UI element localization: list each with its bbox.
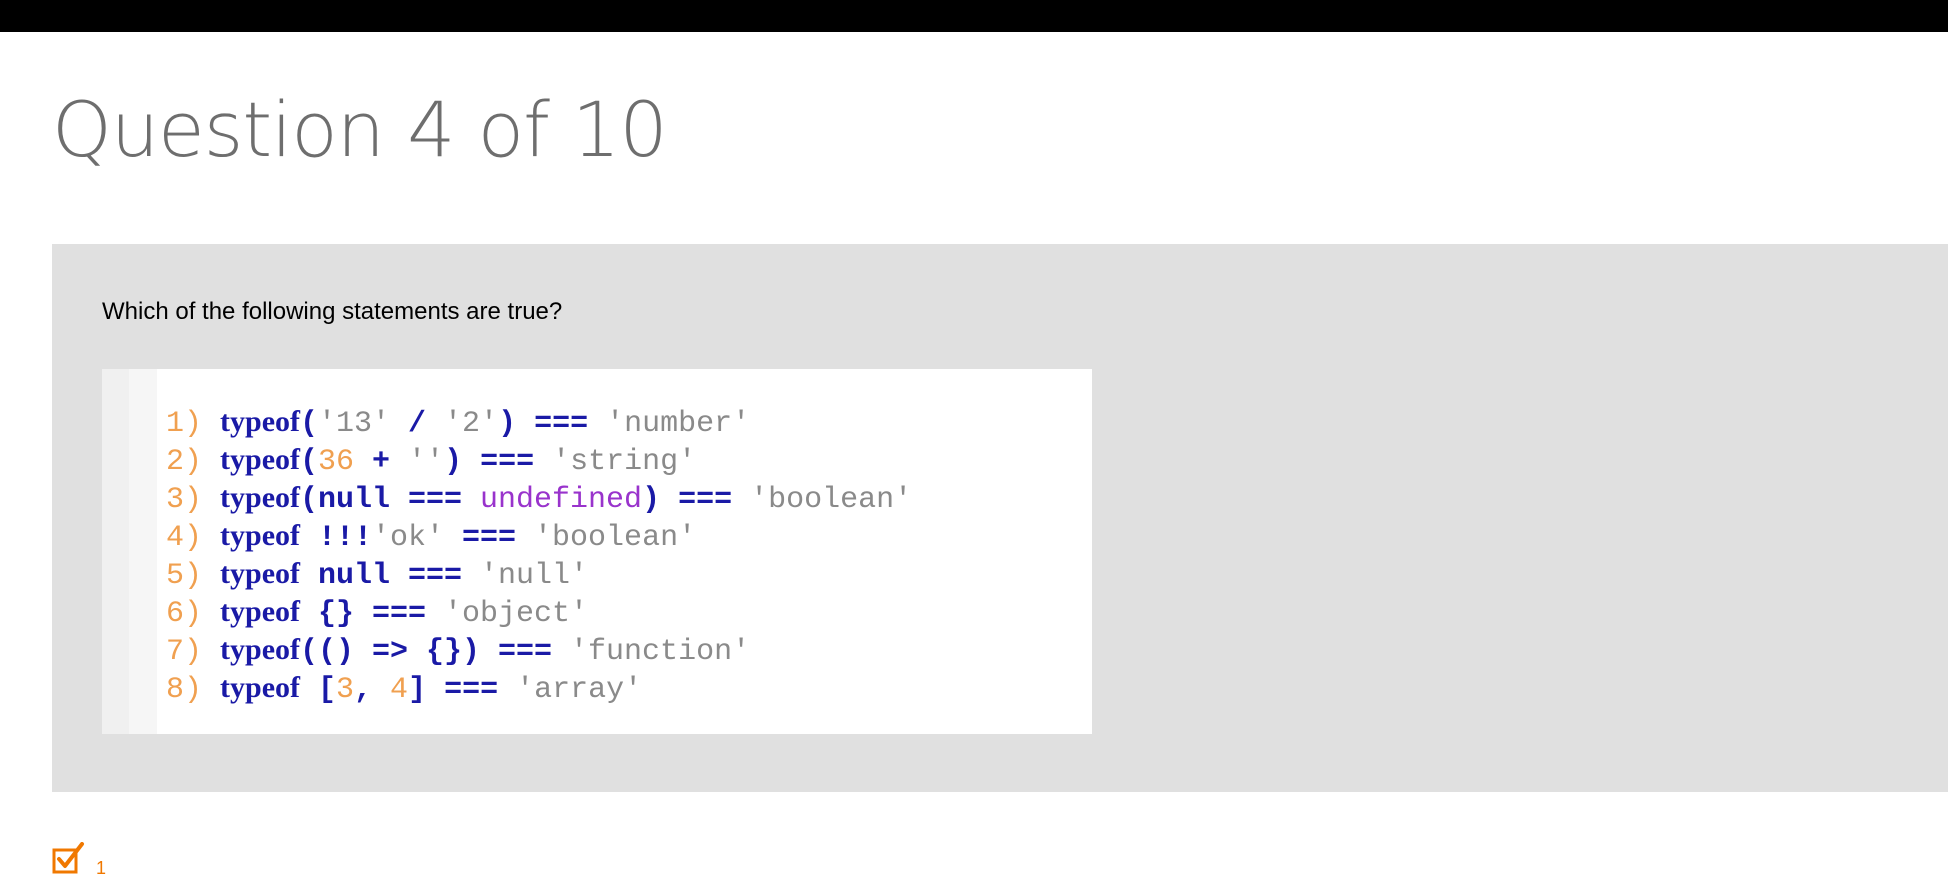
code-token: 'boolean' [534, 521, 697, 555]
code-snippet: 1) typeof('13' / '2') === 'number' 2) typ… [102, 369, 1092, 734]
code-token: === [444, 521, 535, 555]
code-token: 'number' [606, 407, 751, 441]
code-token: 1) [166, 407, 221, 441]
code-lines: 1) typeof('13' / '2') === 'number' 2) typ… [166, 403, 912, 707]
code-token: ] === [408, 673, 517, 707]
code-token: 3 [336, 673, 355, 707]
code-token: 5) [166, 559, 221, 593]
code-token: 'function' [570, 635, 751, 669]
checked-checkbox-icon [52, 842, 84, 874]
code-token: ) === [444, 445, 553, 479]
code-token: (() => {}) === [300, 635, 571, 669]
code-gutter [102, 369, 129, 734]
code-line: 3) typeof(null === undefined) === 'boole… [166, 479, 912, 517]
code-token: 'string' [552, 445, 697, 479]
code-token: + [354, 445, 409, 479]
code-token: typeof [220, 443, 300, 476]
code-token: 4 [390, 673, 409, 707]
code-token: ( [300, 445, 319, 479]
answer-label: 1 [96, 858, 107, 878]
code-token: typeof [220, 519, 300, 552]
code-token: 'ok' [372, 521, 445, 555]
code-line: 7) typeof(() => {}) === 'function' [166, 631, 912, 669]
code-token: 'array' [516, 673, 643, 707]
code-line: 6) typeof {} === 'object' [166, 593, 912, 631]
code-line: 4) typeof !!!'ok' === 'boolean' [166, 517, 912, 555]
code-line: 5) typeof null === 'null' [166, 555, 912, 593]
code-token: 3) [166, 483, 221, 517]
code-token: 7) [166, 635, 221, 669]
code-gutter-inner [129, 369, 157, 734]
code-token: 6) [166, 597, 221, 631]
code-token: , [354, 673, 391, 707]
code-token: typeof [220, 481, 300, 514]
code-token: 4) [166, 521, 221, 555]
question-panel: Which of the following statements are tr… [52, 244, 1948, 792]
code-token: 'object' [444, 597, 589, 631]
code-token: typeof [220, 405, 300, 438]
code-token: 8) [166, 673, 221, 707]
question-prompt: Which of the following statements are tr… [102, 298, 563, 325]
code-token: null === [300, 559, 481, 593]
page-title: Question 4 of 10 [52, 85, 668, 174]
code-line: 1) typeof('13' / '2') === 'number' [166, 403, 912, 441]
code-token: undefined [480, 483, 643, 517]
code-token: ) === [642, 483, 751, 517]
code-token: '13' [318, 407, 391, 441]
code-line: 8) typeof [3, 4] === 'array' [166, 669, 912, 707]
code-token: typeof [220, 557, 300, 590]
code-token: 2) [166, 445, 221, 479]
top-bar [0, 0, 1948, 32]
code-token: !!! [300, 521, 373, 555]
code-token: {} === [300, 597, 445, 631]
code-token: '' [408, 445, 445, 479]
code-token: typeof [220, 633, 300, 666]
code-token: typeof [220, 671, 300, 704]
answer-option-1[interactable]: 1 [52, 842, 106, 878]
code-token: typeof [220, 595, 300, 628]
code-token: 36 [318, 445, 355, 479]
code-token: '2' [444, 407, 499, 441]
code-token: [ [300, 673, 337, 707]
code-token: / [390, 407, 445, 441]
code-token: 'null' [480, 559, 589, 593]
code-token: ( [300, 407, 319, 441]
code-token: ) === [498, 407, 607, 441]
code-token: (null === [300, 483, 481, 517]
code-token: 'boolean' [750, 483, 913, 517]
code-line: 2) typeof(36 + '') === 'string' [166, 441, 912, 479]
